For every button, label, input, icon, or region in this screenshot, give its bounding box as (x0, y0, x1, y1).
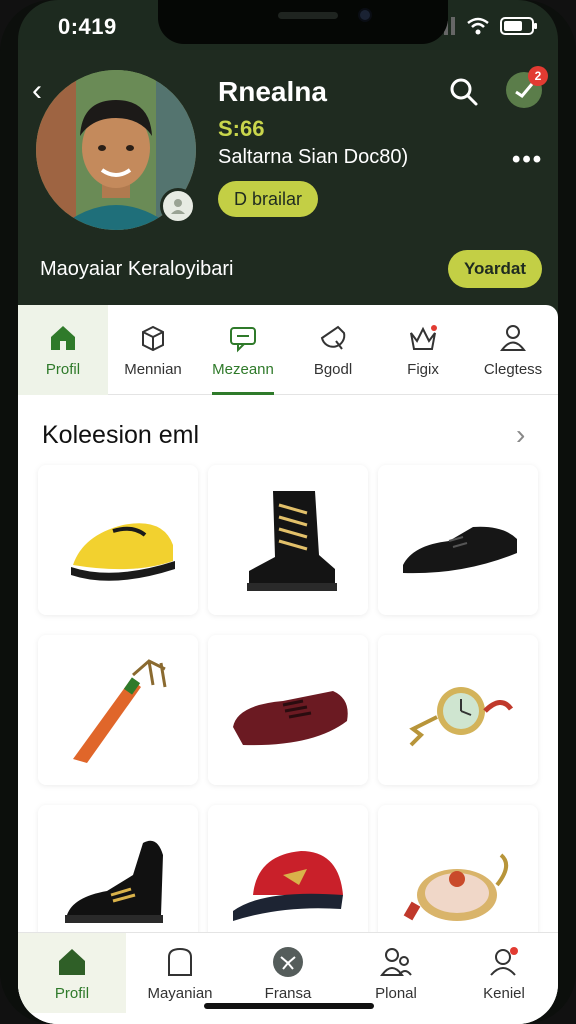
wifi-icon (467, 17, 489, 35)
nav-fransa[interactable]: Fransa (234, 933, 342, 1013)
nav-label: Profil (54, 984, 90, 1002)
avatar-edit-badge[interactable] (160, 188, 196, 224)
nav-label: Mayanian (147, 984, 213, 1002)
nav-plonal[interactable]: Plonal (342, 933, 450, 1013)
speaker (278, 12, 338, 19)
notification-badge: 2 (528, 66, 548, 86)
compass-icon (403, 853, 509, 921)
tab-label: Figix (407, 360, 439, 378)
cap-shoe-icon (71, 523, 175, 581)
tab-label: Clegtess (483, 360, 543, 378)
chevron-right-icon[interactable]: › (516, 419, 525, 451)
notch (158, 0, 448, 44)
crown-icon (410, 324, 437, 350)
collection-item[interactable] (208, 635, 368, 785)
tab-clegtess[interactable]: Clegtess (468, 305, 558, 395)
more-options-icon[interactable]: ••• (512, 146, 543, 174)
phone-frame: 0:419 ‹ Rnealna S:66 Saltarna Sian Doc80… (0, 0, 576, 1024)
nav-label: Plonal (375, 984, 417, 1002)
notification-button[interactable]: 2 (506, 66, 548, 108)
tab-bar: Profil Mennian Mezeann Bgodl Figix Clegt… (18, 305, 558, 395)
bottom-nav: Profil Mayanian Fransa Plonal Keniel (18, 932, 558, 1024)
boot-icon (247, 491, 337, 591)
box-icon (142, 325, 164, 351)
tab-mennian[interactable]: Mennian (108, 305, 198, 395)
shoe-red-icon (233, 691, 348, 746)
chat-icon (230, 326, 256, 352)
tag-icon (320, 325, 346, 350)
loafer-icon (403, 526, 517, 574)
nav-mayanian[interactable]: Mayanian (126, 933, 234, 1013)
profile-chip-button[interactable]: D brailar (218, 181, 318, 217)
rod-icon (73, 659, 167, 763)
pocket-watch-icon (409, 687, 514, 747)
battery-icon (500, 17, 537, 35)
home-icon (51, 325, 75, 350)
profile-subtitle: Saltarna Sian Doc80) (218, 146, 409, 168)
ball-icon (273, 946, 303, 977)
nav-label: Keniel (483, 984, 525, 1002)
tab-label: Bgodl (313, 360, 353, 378)
nav-profil[interactable]: Profil (18, 933, 126, 1013)
dress-shoe-icon (65, 840, 163, 923)
collection-item[interactable] (378, 465, 538, 615)
people-icon (380, 947, 412, 976)
tab-label: Mennian (124, 360, 182, 378)
content-panel: Profil Mennian Mezeann Bgodl Figix Clegt… (18, 305, 558, 1024)
baseball-cap-icon (233, 851, 343, 921)
home-indicator[interactable] (204, 1003, 374, 1009)
person-icon (490, 946, 518, 976)
app-screen: 0:419 ‹ Rnealna S:66 Saltarna Sian Doc80… (18, 0, 558, 1024)
nav-label: Fransa (264, 984, 312, 1002)
nav-keniel[interactable]: Keniel (450, 933, 558, 1013)
camera (358, 8, 372, 22)
profile-name: Rnealna (218, 76, 327, 107)
tab-profil[interactable]: Profil (18, 305, 108, 395)
collection-item[interactable] (208, 465, 368, 615)
collection-item[interactable] (38, 465, 198, 615)
membership-text: Maoyaiar Keraloyibari (40, 258, 234, 280)
home-icon (59, 948, 85, 975)
person-icon (500, 324, 526, 351)
collection-item[interactable] (378, 635, 538, 785)
follow-button[interactable]: Yoardat (448, 250, 542, 288)
profile-header: ‹ Rnealna S:66 Saltarna Sian Doc80) D br… (18, 50, 558, 308)
tab-bgodl[interactable]: Bgodl (288, 305, 378, 395)
status-time: 0:419 (58, 14, 117, 39)
bag-icon (168, 947, 192, 976)
tab-label: Profil (45, 360, 81, 378)
collection-item[interactable] (38, 635, 198, 785)
tab-label: Mezeann (212, 360, 274, 378)
tab-mezeann[interactable]: Mezeann (198, 305, 288, 395)
profile-score: S:66 (218, 116, 265, 141)
tab-figix[interactable]: Figix (378, 305, 468, 395)
collection-grid (38, 465, 538, 955)
search-icon[interactable] (448, 76, 480, 108)
collection-title: Koleesion eml (42, 421, 200, 449)
person-icon (171, 199, 185, 214)
